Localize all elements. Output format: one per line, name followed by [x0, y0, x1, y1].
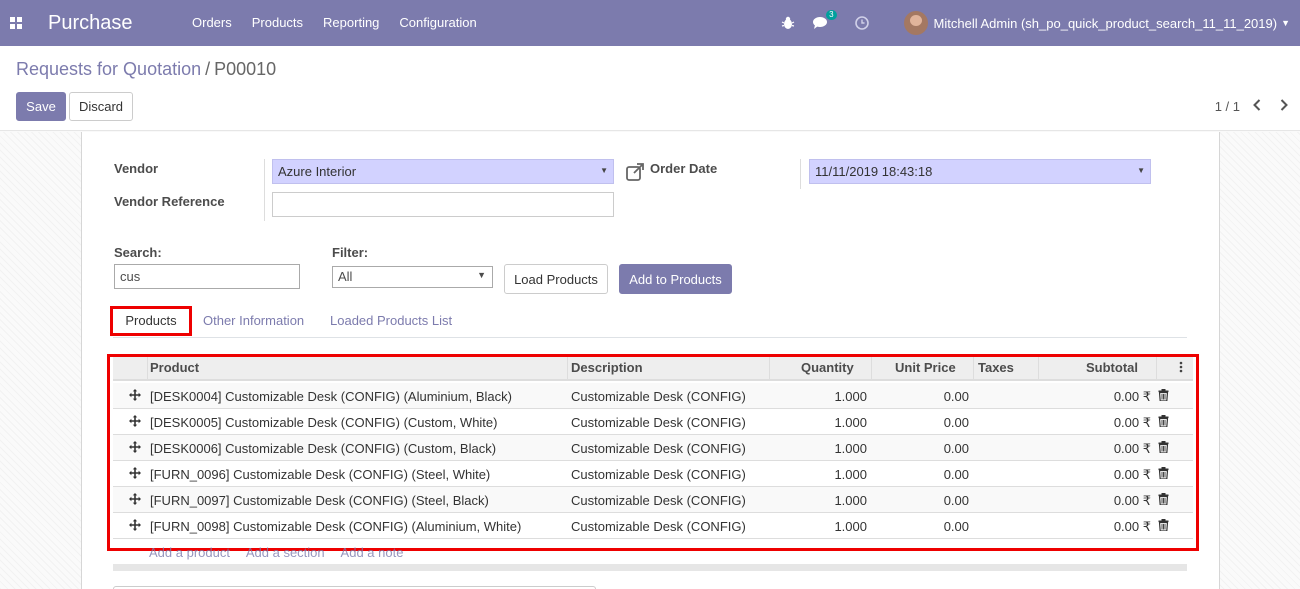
tab-other-information[interactable]: Other Information	[203, 313, 304, 328]
tab-products[interactable]: Products	[110, 306, 192, 336]
top-navbar: Purchase Orders Products Reporting Confi…	[0, 0, 1300, 46]
menu-products[interactable]: Products	[242, 0, 313, 46]
menu-reporting[interactable]: Reporting	[313, 0, 389, 46]
tabs-divider	[113, 337, 1187, 338]
divider	[264, 159, 265, 221]
bug-icon[interactable]	[778, 13, 798, 33]
filter-value: All	[338, 269, 353, 284]
messages-icon[interactable]: 3	[810, 10, 837, 33]
add-note-link[interactable]: Add a note	[341, 545, 404, 560]
add-product-link[interactable]: Add a product	[149, 545, 230, 560]
messages-badge: 3	[826, 10, 837, 20]
menu-orders[interactable]: Orders	[182, 0, 242, 46]
divider	[800, 159, 801, 189]
app-name: Purchase	[48, 11, 133, 34]
order-date-label: Order Date	[650, 161, 718, 176]
tab-loaded-products-list[interactable]: Loaded Products List	[330, 313, 452, 328]
breadcrumb-current: P00010	[214, 59, 277, 79]
menu-configuration[interactable]: Configuration	[389, 0, 486, 46]
pager-previous-icon[interactable]	[1249, 96, 1265, 114]
pager-value[interactable]: 1 / 1	[1215, 99, 1240, 114]
add-to-products-button[interactable]: Add to Products	[619, 264, 732, 294]
load-products-button[interactable]: Load Products	[504, 264, 608, 294]
control-panel: Requests for Quotation / P00010 Save Disca…	[0, 46, 1300, 131]
discard-button[interactable]: Discard	[69, 92, 133, 121]
vendor-field[interactable]: Azure Interior ▼	[272, 159, 614, 184]
avatar[interactable]	[903, 11, 928, 35]
vendor-label: Vendor	[114, 161, 159, 176]
add-links: Add a product Add a section Add a note	[149, 545, 416, 560]
user-dropdown-caret-icon[interactable]: ▼	[1281, 18, 1290, 28]
search-input[interactable]: cus	[114, 264, 300, 289]
apps-menu-icon[interactable]	[0, 0, 32, 46]
breadcrumb-parent[interactable]: Requests for Quotation	[16, 59, 201, 79]
filter-dropdown-icon[interactable]: ▼	[477, 270, 486, 280]
add-section-link[interactable]: Add a section	[246, 545, 325, 560]
order-date-value: 11/11/2019 18:43:18	[815, 164, 933, 179]
search-label: Search:	[114, 245, 162, 260]
table-footer	[113, 564, 1187, 571]
vendor-reference-input[interactable]	[272, 192, 614, 217]
breadcrumb: Requests for Quotation / P00010	[16, 59, 276, 80]
filter-label: Filter:	[332, 245, 369, 260]
save-button[interactable]: Save	[16, 92, 66, 121]
order-date-dropdown-icon[interactable]: ▼	[1137, 166, 1145, 175]
vendor-reference-label: Vendor Reference	[114, 194, 225, 209]
products-table-highlight	[107, 354, 1199, 551]
order-date-field[interactable]: 11/11/2019 18:43:18 ▼	[809, 159, 1151, 184]
breadcrumb-separator: /	[205, 59, 211, 79]
vendor-value: Azure Interior	[278, 164, 357, 179]
vendor-dropdown-icon[interactable]: ▼	[600, 166, 608, 175]
filter-select[interactable]: All ▼	[332, 266, 493, 288]
activity-clock-icon[interactable]	[852, 13, 872, 33]
pager-next-icon[interactable]	[1276, 96, 1292, 114]
user-name[interactable]: Mitchell Admin (sh_po_quick_product_sear…	[934, 16, 1278, 31]
external-link-icon[interactable]	[625, 162, 645, 182]
